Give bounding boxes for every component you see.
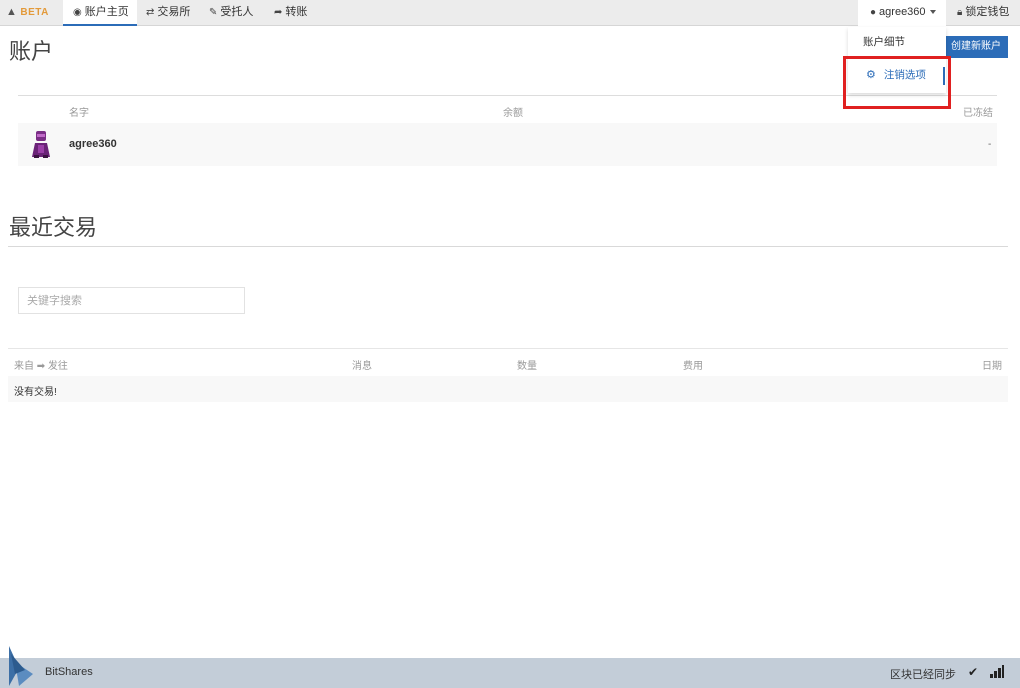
recent-transactions-title: 最近交易 (9, 215, 98, 240)
create-account-button[interactable]: 创建新账户 (944, 36, 1008, 58)
top-nav: ▲ BETA ◉ 账户主页 ⇄ 交易所 ✎ 受托人 ➦ 转账 ● agree360 🔒︎ 锁定… (0, 0, 1020, 26)
nav-item-proxy[interactable]: ✎ 受托人 (209, 0, 253, 26)
warning-icon: ▲ (6, 6, 18, 18)
lock-wallet-label: 锁定钱包 (965, 6, 1010, 18)
chevron-down-icon (929, 10, 936, 15)
beta-badge: ▲ BETA (6, 0, 49, 26)
beta-label: BETA (20, 7, 49, 18)
column-header-from-to[interactable]: 来自 ➡ 发往 (14, 357, 68, 372)
account-menu-toggle[interactable]: ● agree360 (858, 0, 946, 26)
lock-wallet-button[interactable]: 🔒︎ 锁定钱包 (957, 0, 1009, 26)
column-header-balance[interactable]: 余额 (503, 104, 523, 119)
avatar (32, 131, 50, 158)
transactions-table-divider (8, 348, 1008, 349)
table-row: 没有交易! (8, 376, 1008, 402)
menu-item-account-details[interactable]: 账户细节 (848, 31, 946, 53)
account-name-link[interactable]: agree360 (69, 138, 117, 150)
nav-exchange-label: 交易所 (157, 6, 191, 18)
column-header-date[interactable]: 日期 (982, 357, 1002, 372)
column-header-amount[interactable]: 数量 (517, 357, 537, 372)
page-title: 账户 (9, 39, 54, 64)
footer-bar: BitShares 区块已经同步 ✔ (0, 646, 1020, 688)
nav-proxy-label: 受托人 (220, 6, 254, 18)
nav-item-transfer[interactable]: ➦ 转账 (274, 0, 307, 26)
account-menu-label: agree360 (879, 6, 926, 18)
check-icon: ✔ (968, 665, 979, 679)
column-header-fee[interactable]: 费用 (683, 357, 703, 372)
column-header-locked[interactable]: 已冻结 (963, 104, 993, 119)
lock-icon: 🔒︎ (957, 7, 963, 18)
highlight-box (843, 56, 951, 109)
sync-status-text: 区块已经同步 (890, 669, 956, 681)
share-arrow-icon: ➦ (274, 7, 283, 18)
account-locked-value: - (988, 139, 992, 150)
column-header-name[interactable]: 名字 (69, 104, 89, 119)
section-divider (8, 246, 1008, 247)
nav-item-exchange[interactable]: ⇄ 交易所 (146, 0, 190, 26)
nav-transfer-label: 转账 (285, 6, 308, 18)
user-icon: ● (870, 7, 877, 18)
nav-home-label: 账户主页 (84, 6, 129, 18)
exchange-arrows-icon: ⇄ (146, 7, 155, 18)
bitshares-logo-icon (9, 646, 33, 686)
dashboard-icon: ◉ (73, 7, 82, 18)
empty-state-text: 没有交易! (14, 387, 57, 398)
nav-item-account-home[interactable]: ◉ 账户主页 (63, 0, 137, 26)
table-row[interactable]: agree360 - (18, 123, 997, 166)
search-input[interactable] (18, 287, 245, 314)
column-header-message[interactable]: 消息 (352, 357, 372, 372)
gavel-icon: ✎ (209, 7, 218, 18)
footer-brand: BitShares (45, 666, 93, 678)
signal-bars-icon (990, 665, 1004, 678)
